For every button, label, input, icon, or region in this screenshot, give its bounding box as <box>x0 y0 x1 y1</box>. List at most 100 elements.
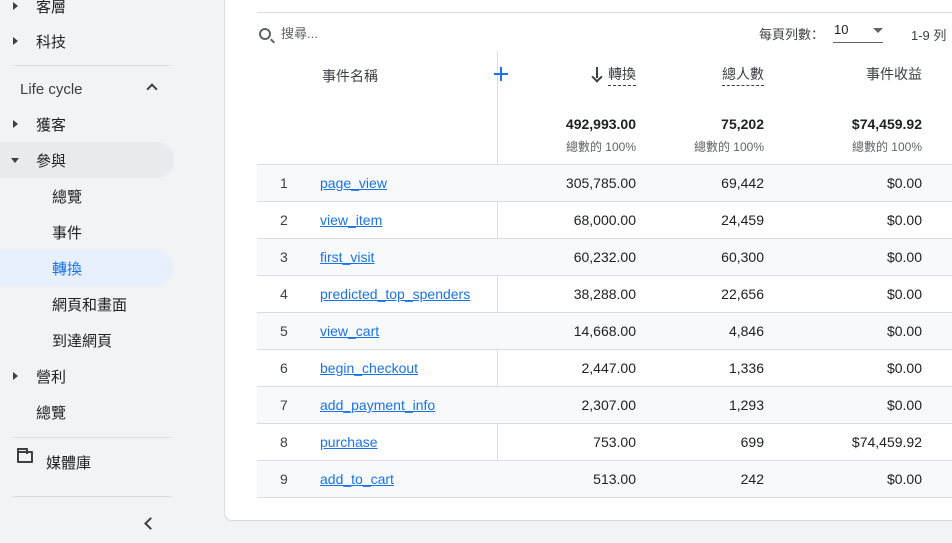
table-row: 1 page_view 305,785.00 69,442 $0.00 <box>257 165 952 202</box>
chevron-left-icon <box>143 516 157 530</box>
divider <box>257 12 952 13</box>
caret-right-icon <box>10 371 20 381</box>
revenue-cell: $0.00 <box>886 286 922 302</box>
chevron-up-icon <box>146 83 158 95</box>
revenue-cell: $0.00 <box>886 249 922 265</box>
header-conversions[interactable]: 轉換 <box>608 64 636 86</box>
divider <box>13 437 171 438</box>
total-conversions: 492,993.00 <box>565 116 636 132</box>
dropdown-arrow-icon <box>873 28 883 33</box>
row-index: 4 <box>280 286 288 302</box>
collapse-sidebar-button[interactable] <box>138 512 158 534</box>
table-row: 5 view_cart 14,668.00 4,846 $0.00 <box>257 313 952 350</box>
rows-per-page-label: 每頁列數： <box>759 27 825 42</box>
event-name-link[interactable]: view_cart <box>320 323 379 339</box>
revenue-cell: $0.00 <box>886 397 922 413</box>
search-icon <box>259 28 271 40</box>
caret-right-icon <box>10 119 20 129</box>
table-toolbar: 每頁列數： 10 1-9 列 <box>225 0 952 51</box>
sidebar-item-label: 客層 <box>36 0 67 16</box>
folder-icon <box>17 448 33 463</box>
sort-desc-icon[interactable] <box>591 67 603 81</box>
section-lifecycle[interactable]: Life cycle <box>0 71 174 107</box>
revenue-cell: $0.00 <box>886 323 922 339</box>
row-index: 5 <box>280 323 288 339</box>
event-name-link[interactable]: view_item <box>320 212 382 228</box>
row-index: 9 <box>280 471 288 487</box>
sidebar-nav: 客層 科技 Life cycle 獲客 參與 總覽 事件 轉換 網頁和畫面 到達… <box>0 0 190 543</box>
total-users-pct: 總數的 100% <box>693 140 764 154</box>
sidebar-item-label: 轉換 <box>52 260 83 278</box>
conversions-cell: 68,000.00 <box>573 212 636 228</box>
event-name-link[interactable]: predicted_top_spenders <box>320 286 470 302</box>
users-cell: 242 <box>740 471 764 487</box>
row-index: 3 <box>280 249 288 265</box>
caret-down-icon <box>10 155 20 165</box>
report-card: 每頁列數： 10 1-9 列 事件名稱 轉換 總人數 事件收益 492,993.… <box>224 0 952 521</box>
event-name-link[interactable]: add_to_cart <box>320 471 394 487</box>
revenue-cell: $0.00 <box>886 471 922 487</box>
caret-right-icon <box>10 36 20 46</box>
table-row: 9 add_to_cart 513.00 242 $0.00 <box>257 461 952 498</box>
table-header: 事件名稱 轉換 總人數 事件收益 492,993.00 總數的 100% 75,… <box>257 51 952 165</box>
event-name-link[interactable]: purchase <box>320 434 378 450</box>
table-row: 3 first_visit 60,232.00 60,300 $0.00 <box>257 239 952 276</box>
rows-per-page-select[interactable]: 10 <box>833 19 883 43</box>
total-users: 75,202 <box>721 116 764 132</box>
conversions-cell: 513.00 <box>593 471 636 487</box>
sidebar-item-conversions[interactable]: 轉換 <box>0 250 174 286</box>
total-event-revenue: $74,459.92 <box>851 116 922 132</box>
revenue-cell: $0.00 <box>886 212 922 228</box>
conversions-cell: 753.00 <box>593 434 636 450</box>
event-name-link[interactable]: add_payment_info <box>320 397 435 413</box>
header-event-name[interactable]: 事件名稱 <box>322 66 378 86</box>
divider <box>13 65 171 66</box>
table-row: 4 predicted_top_spenders 38,288.00 22,65… <box>257 276 952 313</box>
table-row: 8 purchase 753.00 699 $74,459.92 <box>257 424 952 461</box>
sidebar-item-engagement[interactable]: 參與 <box>0 142 174 178</box>
revenue-cell: $0.00 <box>886 360 922 376</box>
header-event-revenue[interactable]: 事件收益 <box>866 64 922 84</box>
users-cell: 69,442 <box>721 175 764 191</box>
sidebar-item-label: 參與 <box>36 152 67 170</box>
header-total-users[interactable]: 總人數 <box>722 64 764 86</box>
event-name-link[interactable]: page_view <box>320 175 387 191</box>
row-index: 6 <box>280 360 288 376</box>
users-cell: 22,656 <box>721 286 764 302</box>
caret-right-icon <box>10 1 20 11</box>
conversions-cell: 305,785.00 <box>565 175 636 191</box>
table-row: 2 view_item 68,000.00 24,459 $0.00 <box>257 202 952 239</box>
users-cell: 1,293 <box>728 397 764 413</box>
sidebar-item-label: 科技 <box>36 33 67 51</box>
users-cell: 60,300 <box>721 249 764 265</box>
conversions-cell: 14,668.00 <box>573 323 636 339</box>
sidebar-item-label: 總覽 <box>52 188 83 206</box>
sidebar-item-label: 到達網頁 <box>52 332 113 350</box>
sidebar-item-label: 營利 <box>36 368 67 386</box>
event-name-link[interactable]: begin_checkout <box>320 360 418 376</box>
row-index: 1 <box>280 175 288 191</box>
sidebar-item-label: 事件 <box>52 224 83 242</box>
section-label: Life cycle <box>20 80 83 98</box>
rows-per-page-value: 10 <box>834 22 849 37</box>
users-cell: 24,459 <box>721 212 764 228</box>
sidebar-item-label: 網頁和畫面 <box>52 296 128 314</box>
row-index: 8 <box>280 434 288 450</box>
add-dimension-icon[interactable] <box>494 67 508 81</box>
data-table: 事件名稱 轉換 總人數 事件收益 492,993.00 總數的 100% 75,… <box>257 51 952 498</box>
search-input[interactable] <box>281 22 501 44</box>
sidebar-item-label: 總覽 <box>36 404 67 422</box>
sidebar-item-label: 獲客 <box>36 116 67 134</box>
revenue-cell: $74,459.92 <box>851 434 922 450</box>
conversions-cell: 60,232.00 <box>573 249 636 265</box>
conversions-cell: 2,447.00 <box>581 360 637 376</box>
table-row: 6 begin_checkout 2,447.00 1,336 $0.00 <box>257 350 952 387</box>
total-event-revenue-pct: 總數的 100% <box>851 140 922 154</box>
event-name-link[interactable]: first_visit <box>320 249 374 265</box>
row-index: 2 <box>280 212 288 228</box>
divider <box>13 496 171 497</box>
users-cell: 4,846 <box>728 323 764 339</box>
conversions-cell: 38,288.00 <box>573 286 636 302</box>
row-index: 7 <box>280 397 288 413</box>
total-conversions-pct: 總數的 100% <box>565 140 636 154</box>
